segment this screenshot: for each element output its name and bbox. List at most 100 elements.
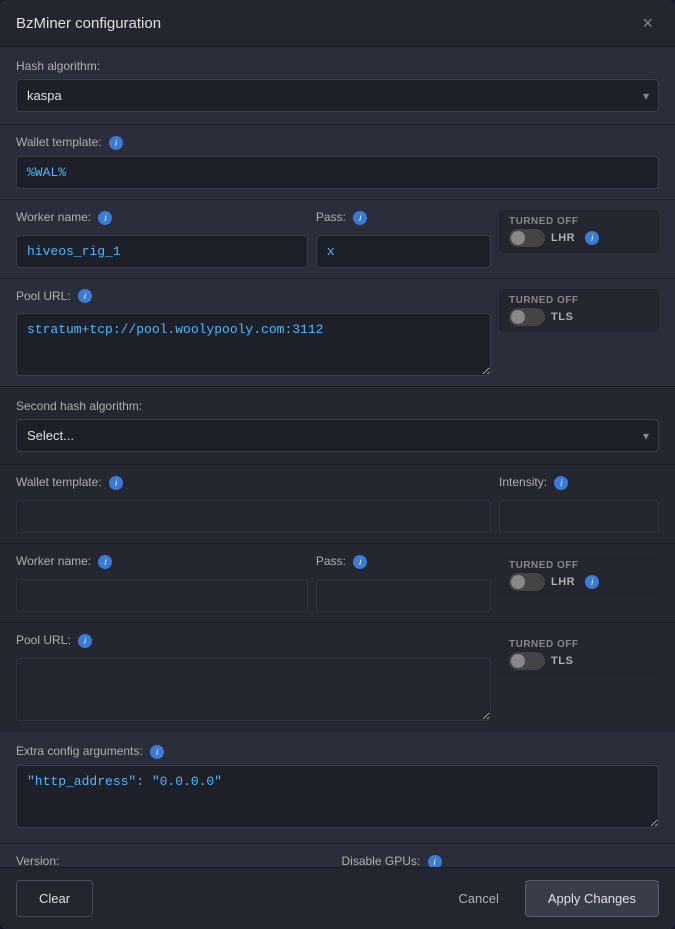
- pool-url-tls-section: Pool URL: i stratum+tcp://pool.woolypool…: [0, 279, 675, 388]
- bzminer-config-modal: BzMiner configuration × Hash algorithm: …: [0, 0, 675, 929]
- tls2-label: TLS: [551, 655, 573, 667]
- wallet-template-2-info-icon[interactable]: i: [109, 476, 123, 490]
- tls-toggle-row: TLS: [509, 308, 649, 326]
- version-field-group: Version: The latest ▾: [16, 854, 334, 867]
- second-hash-section: Second hash algorithm: Select... ▾: [0, 387, 675, 465]
- lhr2-item: TURNED OFF LHR i: [499, 554, 659, 597]
- pool-url2-info-icon[interactable]: i: [78, 634, 92, 648]
- worker-col: Worker name: i: [16, 210, 308, 268]
- pass-input[interactable]: [316, 235, 491, 268]
- lhr2-toggle-row: LHR i: [509, 573, 649, 591]
- tls2-slider: [509, 652, 545, 670]
- lhr2-info-icon[interactable]: i: [585, 575, 599, 589]
- pool-url-input[interactable]: stratum+tcp://pool.woolypooly.com:3112: [16, 313, 491, 376]
- extra-config-input[interactable]: "http_address": "0.0.0.0": [16, 765, 659, 828]
- pool-url-info-icon[interactable]: i: [78, 289, 92, 303]
- pass2-info-icon[interactable]: i: [353, 555, 367, 569]
- intensity-field-group: Intensity: i: [499, 475, 659, 533]
- worker-label: Worker name: i: [16, 210, 308, 225]
- extra-config-label: Extra config arguments: i: [16, 744, 659, 759]
- pool-url2-field-group: Pool URL: i: [16, 633, 491, 721]
- extra-config-section: Extra config arguments: i "http_address"…: [0, 732, 675, 844]
- tls-label: TLS: [551, 311, 573, 323]
- wallet-template-1-info-icon[interactable]: i: [109, 136, 123, 150]
- lhr-label: LHR: [551, 232, 575, 244]
- lhr-info-icon[interactable]: i: [585, 231, 599, 245]
- pass2-label: Pass: i: [316, 554, 491, 569]
- lhr-slider: [509, 229, 545, 247]
- pass2-input[interactable]: [316, 579, 491, 612]
- pool-url-label: Pool URL: i: [16, 289, 491, 304]
- pool-url2-tls2-section: Pool URL: i TURNED OFF TLS: [0, 623, 675, 732]
- hash-algorithm-select[interactable]: kaspa: [16, 79, 659, 112]
- worker-input[interactable]: [16, 235, 308, 268]
- cancel-button[interactable]: Cancel: [442, 881, 514, 916]
- worker2-info-icon[interactable]: i: [98, 555, 112, 569]
- pass-col: Pass: i: [316, 210, 491, 268]
- tls-turned-off-label: TURNED OFF: [509, 295, 649, 306]
- intensity-label: Intensity: i: [499, 475, 659, 490]
- modal-title: BzMiner configuration: [16, 15, 161, 32]
- tls2-toggle-switch[interactable]: [509, 652, 545, 670]
- tls-item: TURNED OFF TLS: [499, 289, 659, 332]
- intensity-info-icon[interactable]: i: [554, 476, 568, 490]
- wallet-template-1-label: Wallet template: i: [16, 135, 659, 150]
- wallet-template-1-section: Wallet template: i: [0, 125, 675, 200]
- worker2-pass2-lhr2-section: Worker name: i Pass: i TURNED OFF: [0, 544, 675, 623]
- pass-label: Pass: i: [316, 210, 491, 225]
- lhr2-panel: TURNED OFF LHR i: [499, 554, 659, 612]
- lhr2-slider: [509, 573, 545, 591]
- modal-body: Hash algorithm: kaspa ▾ Wallet template:…: [0, 47, 675, 867]
- second-hash-label: Second hash algorithm:: [16, 399, 659, 413]
- second-hash-select-wrapper: Select... ▾: [16, 419, 659, 452]
- second-hash-select[interactable]: Select...: [16, 419, 659, 452]
- pool-url-field-group: Pool URL: i stratum+tcp://pool.woolypool…: [16, 289, 491, 377]
- footer-right: Cancel Apply Changes: [442, 880, 659, 917]
- tls2-toggle-row: TLS: [509, 652, 649, 670]
- lhr-item: TURNED OFF LHR i: [499, 210, 659, 253]
- wallet-template-1-input[interactable]: [16, 156, 659, 189]
- pool-url2-input[interactable]: [16, 658, 491, 721]
- tls2-turned-off-label: TURNED OFF: [509, 639, 649, 650]
- pass-info-icon[interactable]: i: [353, 211, 367, 225]
- lhr-turned-off-label: TURNED OFF: [509, 216, 649, 227]
- hash-algorithm-select-wrapper: kaspa ▾: [16, 79, 659, 112]
- version-disable-gpus-section: Version: The latest ▾ Disable GPUs: i: [0, 844, 675, 867]
- lhr-toggle-row: LHR i: [509, 229, 649, 247]
- wallet-intensity-section: Wallet template: i Intensity: i: [0, 465, 675, 544]
- intensity-input[interactable]: [499, 500, 659, 533]
- hash-algorithm-label: Hash algorithm:: [16, 59, 659, 73]
- tls2-panel: TURNED OFF TLS: [499, 633, 659, 721]
- worker2-pass2-row: Worker name: i Pass: i: [16, 554, 491, 612]
- pass2-col: Pass: i: [316, 554, 491, 612]
- disable-gpus-info-icon[interactable]: i: [428, 855, 442, 867]
- extra-config-info-icon[interactable]: i: [150, 745, 164, 759]
- lhr2-toggle-switch[interactable]: [509, 573, 545, 591]
- worker-info-icon[interactable]: i: [98, 211, 112, 225]
- modal-footer: Clear Cancel Apply Changes: [0, 867, 675, 929]
- clear-button[interactable]: Clear: [16, 880, 93, 917]
- pool-url2-label: Pool URL: i: [16, 633, 491, 648]
- worker-pass-row: Worker name: i Pass: i: [16, 210, 491, 268]
- tls2-item: TURNED OFF TLS: [499, 633, 659, 676]
- modal-header: BzMiner configuration ×: [0, 0, 675, 47]
- lhr-panel: TURNED OFF LHR i: [499, 210, 659, 268]
- disable-gpus-label: Disable GPUs: i: [342, 854, 660, 867]
- wallet-template-2-label: Wallet template: i: [16, 475, 491, 490]
- worker2-col: Worker name: i: [16, 554, 308, 612]
- tls-panel: TURNED OFF TLS: [499, 289, 659, 377]
- close-button[interactable]: ×: [636, 12, 659, 34]
- lhr2-label: LHR: [551, 576, 575, 588]
- tls-slider: [509, 308, 545, 326]
- tls-toggle-switch[interactable]: [509, 308, 545, 326]
- worker-pass-lhr-section: Worker name: i Pass: i TURNED OFF: [0, 200, 675, 279]
- lhr2-turned-off-label: TURNED OFF: [509, 560, 649, 571]
- lhr-toggle-switch[interactable]: [509, 229, 545, 247]
- worker2-input[interactable]: [16, 579, 308, 612]
- apply-changes-button[interactable]: Apply Changes: [525, 880, 659, 917]
- wallet-template-2-field-group: Wallet template: i: [16, 475, 491, 533]
- wallet-template-2-input[interactable]: [16, 500, 491, 533]
- disable-gpus-field-group: Disable GPUs: i: [342, 854, 660, 867]
- worker2-label: Worker name: i: [16, 554, 308, 569]
- hash-algorithm-section: Hash algorithm: kaspa ▾: [0, 47, 675, 125]
